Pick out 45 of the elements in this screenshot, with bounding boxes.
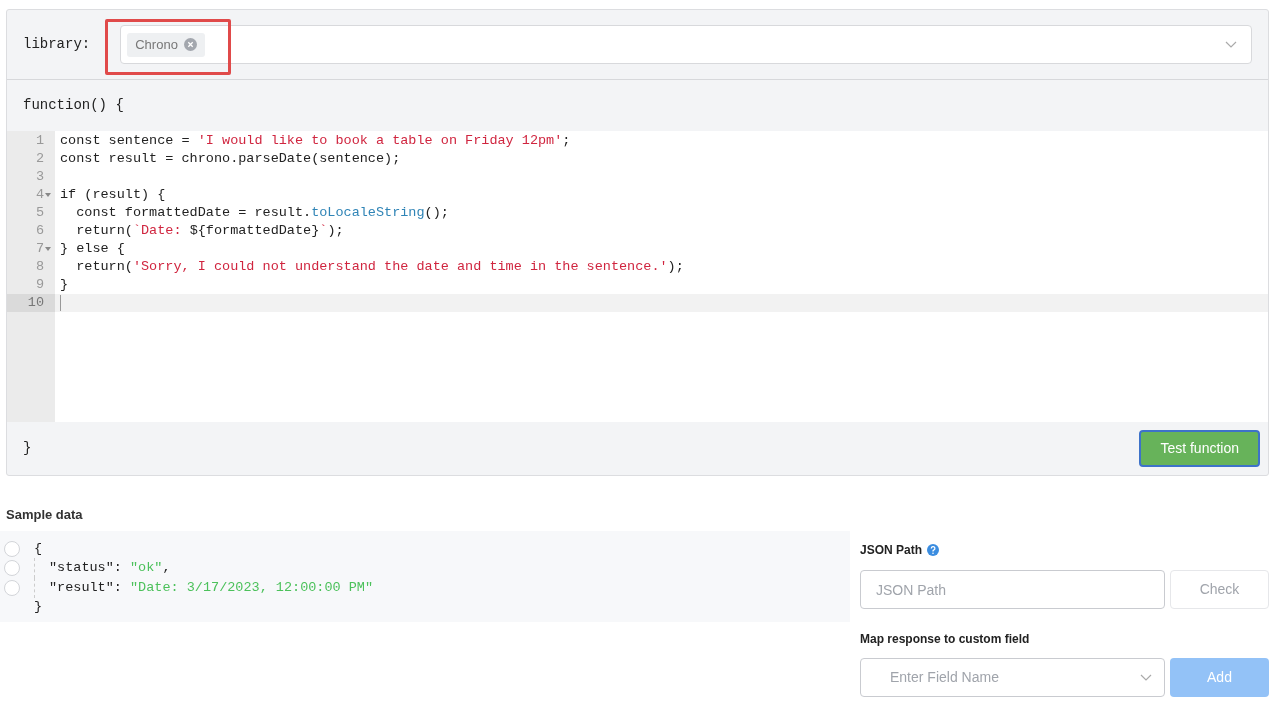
remove-icon[interactable]: [183, 38, 197, 51]
library-select[interactable]: Chrono: [120, 25, 1252, 64]
line-number: 1: [35, 132, 44, 150]
test-function-button[interactable]: Test function: [1139, 430, 1260, 467]
radio-button[interactable]: [4, 579, 20, 596]
radio-button[interactable]: [4, 560, 20, 577]
code-line: const result = chrono.parseDate(sentence);: [60, 150, 401, 168]
line-number: 6: [35, 222, 44, 240]
function-close-text: }: [23, 439, 32, 458]
line-number: 3: [35, 168, 44, 186]
code-line: if (result) {: [60, 186, 166, 204]
line-number: 10: [27, 294, 44, 312]
line-number: 8: [35, 258, 44, 276]
json-line: {: [34, 539, 43, 558]
text-cursor: [60, 295, 61, 311]
chevron-down-icon: [1140, 673, 1152, 682]
sample-data-title: Sample data: [6, 507, 83, 522]
line-number: 9: [35, 276, 44, 294]
check-button[interactable]: Check: [1170, 570, 1269, 609]
line-number: 2: [35, 150, 44, 168]
json-line: "result": "Date: 3/17/2023, 12:00:00 PM": [34, 577, 374, 598]
line-number: 4: [35, 186, 44, 204]
code-line: const sentence = 'I would like to book a table on Friday 12pm';: [60, 132, 571, 150]
line-number: 5: [35, 204, 44, 222]
field-name-select[interactable]: Enter Field Name: [860, 658, 1165, 697]
code-line: return(`Date: ${formattedDate}`);: [75, 222, 344, 240]
line-number: 7: [35, 240, 44, 258]
json-line: }: [34, 598, 43, 617]
library-label: library:: [23, 35, 91, 54]
fold-caret-icon[interactable]: [45, 193, 51, 197]
radio-button[interactable]: [4, 540, 20, 557]
code-line: const formattedDate = result.toLocaleString();: [75, 204, 449, 222]
chevron-down-icon[interactable]: [1225, 40, 1237, 49]
json-path-input[interactable]: JSON Path: [860, 570, 1165, 609]
help-icon[interactable]: [927, 544, 939, 556]
code-editor[interactable]: [7, 131, 1268, 422]
json-line: "status": "ok",: [34, 558, 171, 579]
code-line: return('Sorry, I could not understand the date and time in the sentence.');: [75, 258, 684, 276]
code-line: }: [60, 276, 69, 294]
map-field-label: Map response to custom field: [860, 631, 1031, 648]
tag-text: Chrono: [135, 35, 178, 54]
json-path-label: JSON Path: [860, 542, 922, 559]
function-open-text: function() {: [23, 96, 124, 115]
code-line: } else {: [60, 240, 125, 258]
fold-caret-icon[interactable]: [45, 247, 51, 251]
